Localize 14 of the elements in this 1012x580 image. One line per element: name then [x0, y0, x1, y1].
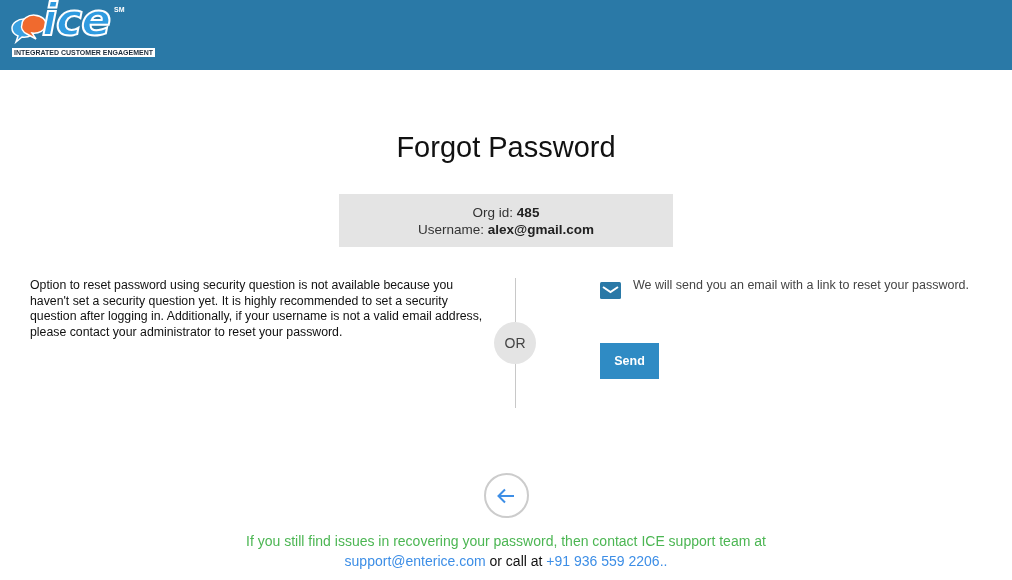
page-title: Forgot Password — [395, 130, 617, 164]
support-phone-link[interactable]: +91 936 559 2206 — [546, 553, 660, 569]
send-button[interactable]: Send — [600, 343, 659, 379]
username-text: Username: alex@gmail.com — [418, 220, 594, 238]
back-arrow-icon — [497, 487, 515, 504]
email-option-text: We will send you an email with a link to reset your password. — [633, 278, 970, 293]
back-button[interactable] — [483, 473, 529, 518]
logo-wordmark: ice — [42, 0, 110, 42]
security-question-note: Option to reset password using security question is not available because you haven't set a security question yet. It is highly recommended to set a security question after logging in. Additionally, if your username is not a valid email address, please contact your administrator to reset your password. — [30, 278, 484, 341]
or-divider-label: OR — [494, 322, 536, 364]
support-contact-note: If you still find issues in recovering your password, then contact ICE support team at support@enterice.com or call at +91 936 559 2206.. — [245, 532, 767, 571]
envelope-icon — [600, 282, 621, 299]
org-id-text: Org id: 485 — [472, 203, 540, 221]
support-email-link[interactable]: support@enterice.com — [344, 553, 486, 569]
